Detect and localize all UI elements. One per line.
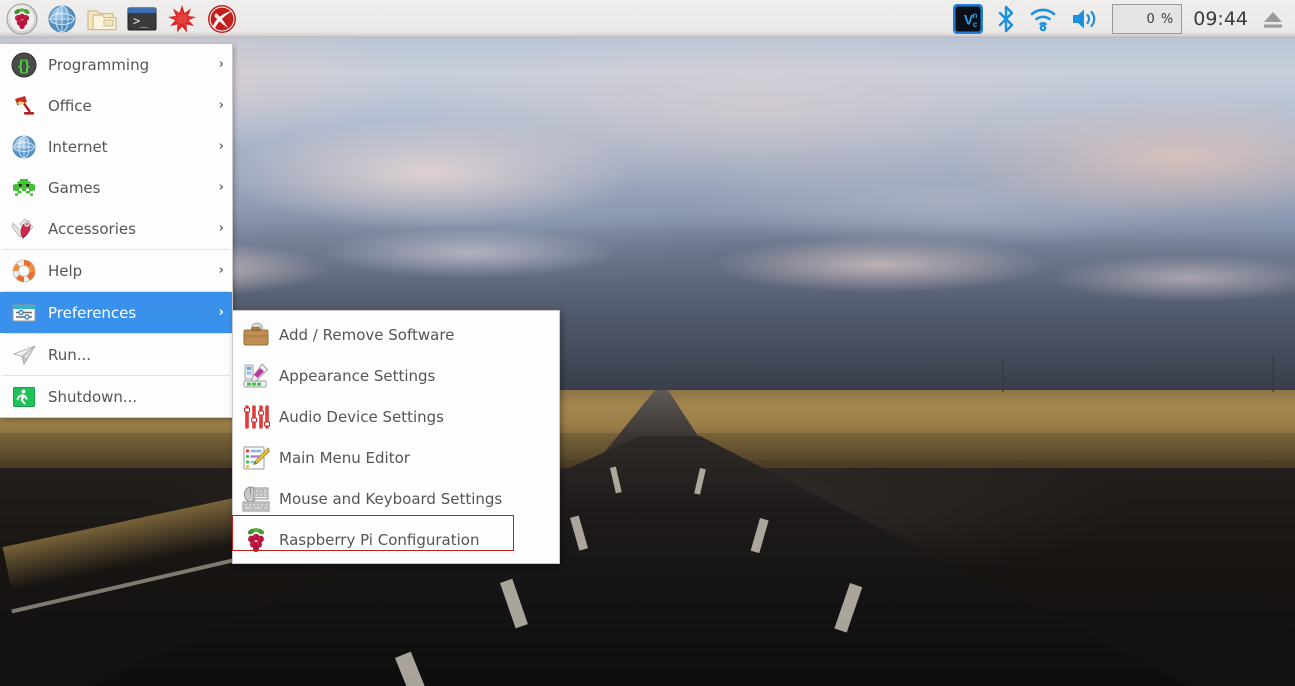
submenu-item-appearance-settings[interactable]: Appearance Settings xyxy=(233,355,559,396)
clock[interactable]: 09:44 xyxy=(1193,8,1248,30)
chevron-right-icon: › xyxy=(218,139,224,154)
mathematica-launcher[interactable] xyxy=(165,2,199,36)
eject-tray-icon[interactable] xyxy=(1259,4,1287,34)
terminal-launcher[interactable]: >_ xyxy=(125,2,159,36)
mouse-keyboard-icon xyxy=(241,484,271,514)
submenu-item-mouse-and-keyboard-settings[interactable]: Mouse and Keyboard Settings xyxy=(233,478,559,519)
menu-item-office[interactable]: Office › xyxy=(0,85,232,126)
menu-item-programming[interactable]: {} Programming › xyxy=(0,44,232,85)
menu-item-label: Preferences xyxy=(48,303,137,322)
wifi-tray-icon[interactable] xyxy=(1028,4,1058,34)
sliders-window-icon xyxy=(10,299,38,327)
menu-item-label: Internet xyxy=(48,137,108,156)
clock-time: 09:44 xyxy=(1193,8,1248,30)
svg-text:n: n xyxy=(973,11,978,20)
submenu-item-label: Appearance Settings xyxy=(279,366,436,385)
submenu-item-label: Audio Device Settings xyxy=(279,407,444,426)
menu-item-label: Shutdown... xyxy=(48,387,138,406)
menu-item-label: Accessories xyxy=(48,219,136,238)
menu-item-preferences[interactable]: Preferences › xyxy=(0,292,232,333)
braces-icon: {} xyxy=(10,51,38,79)
menu-item-label: Run... xyxy=(48,345,92,364)
chevron-right-icon: › xyxy=(218,98,224,113)
menu-item-label: Games xyxy=(48,178,101,197)
chevron-right-icon: › xyxy=(218,180,224,195)
cpu-usage-monitor[interactable]: 0 % xyxy=(1112,4,1183,34)
vnc-tray-icon[interactable]: V n c xyxy=(952,3,984,35)
submenu-item-label: Mouse and Keyboard Settings xyxy=(279,489,503,508)
svg-text:>_: >_ xyxy=(133,14,148,28)
taskbar-launchers: >_ xyxy=(0,2,239,36)
menu-item-label: Office xyxy=(48,96,92,115)
paper-plane-icon xyxy=(10,341,38,369)
wallpaper-utility-pole xyxy=(1002,360,1004,392)
web-browser-launcher[interactable] xyxy=(45,2,79,36)
submenu-item-audio-device-settings[interactable]: Audio Device Settings xyxy=(233,396,559,437)
palette-brush-icon xyxy=(241,361,271,391)
menu-item-games[interactable]: Games › xyxy=(0,167,232,208)
menu-item-label: Programming xyxy=(48,55,150,74)
chevron-right-icon: › xyxy=(218,263,224,278)
wallpaper-utility-pole xyxy=(1272,356,1274,392)
desk-lamp-icon xyxy=(10,92,38,120)
raspberry-icon xyxy=(241,525,271,555)
menu-item-internet[interactable]: Internet › xyxy=(0,126,232,167)
menu-item-label: Help xyxy=(48,261,83,280)
life-ring-icon xyxy=(10,257,38,285)
exit-runner-icon xyxy=(10,383,38,411)
wolfram-launcher[interactable] xyxy=(205,2,239,36)
menu-item-accessories[interactable]: Accessories › xyxy=(0,208,232,249)
chevron-right-icon: › xyxy=(218,305,224,320)
space-invader-icon xyxy=(10,174,38,202)
volume-tray-icon[interactable] xyxy=(1069,4,1101,34)
submenu-item-add-remove-software[interactable]: Add / Remove Software xyxy=(233,314,559,355)
submenu-item-main-menu-editor[interactable]: Main Menu Editor xyxy=(233,437,559,478)
swiss-knife-icon xyxy=(10,215,38,243)
menu-pencil-icon xyxy=(241,443,271,473)
system-tray: V n c 0 % 09:44 xyxy=(952,3,1295,35)
chevron-right-icon: › xyxy=(218,221,224,236)
globe-icon xyxy=(10,133,38,161)
submenu-item-label: Main Menu Editor xyxy=(279,448,410,467)
main-menu: {} Programming › Office › Internet › Gam… xyxy=(0,44,233,418)
menu-item-help[interactable]: Help › xyxy=(0,250,232,291)
file-manager-launcher[interactable] xyxy=(85,2,119,36)
preferences-submenu: Add / Remove Software Appearance Setting… xyxy=(232,310,560,564)
taskbar: >_ V n c 0 % 09:44 xyxy=(0,0,1295,38)
chevron-right-icon: › xyxy=(218,57,224,72)
submenu-item-raspberry-pi-configuration[interactable]: Raspberry Pi Configuration xyxy=(233,519,559,560)
audio-sliders-icon xyxy=(241,402,271,432)
submenu-item-label: Add / Remove Software xyxy=(279,325,455,344)
menu-item-shutdown[interactable]: Shutdown... xyxy=(0,376,232,417)
bluetooth-tray-icon[interactable] xyxy=(995,4,1017,34)
software-briefcase-icon xyxy=(241,320,271,350)
menu-item-run[interactable]: Run... xyxy=(0,334,232,375)
submenu-item-label: Raspberry Pi Configuration xyxy=(279,530,480,549)
svg-text:c: c xyxy=(973,20,978,29)
raspberry-menu-button[interactable] xyxy=(5,2,39,36)
svg-text:{}: {} xyxy=(18,57,30,74)
cpu-usage-value: 0 % xyxy=(1146,11,1175,27)
